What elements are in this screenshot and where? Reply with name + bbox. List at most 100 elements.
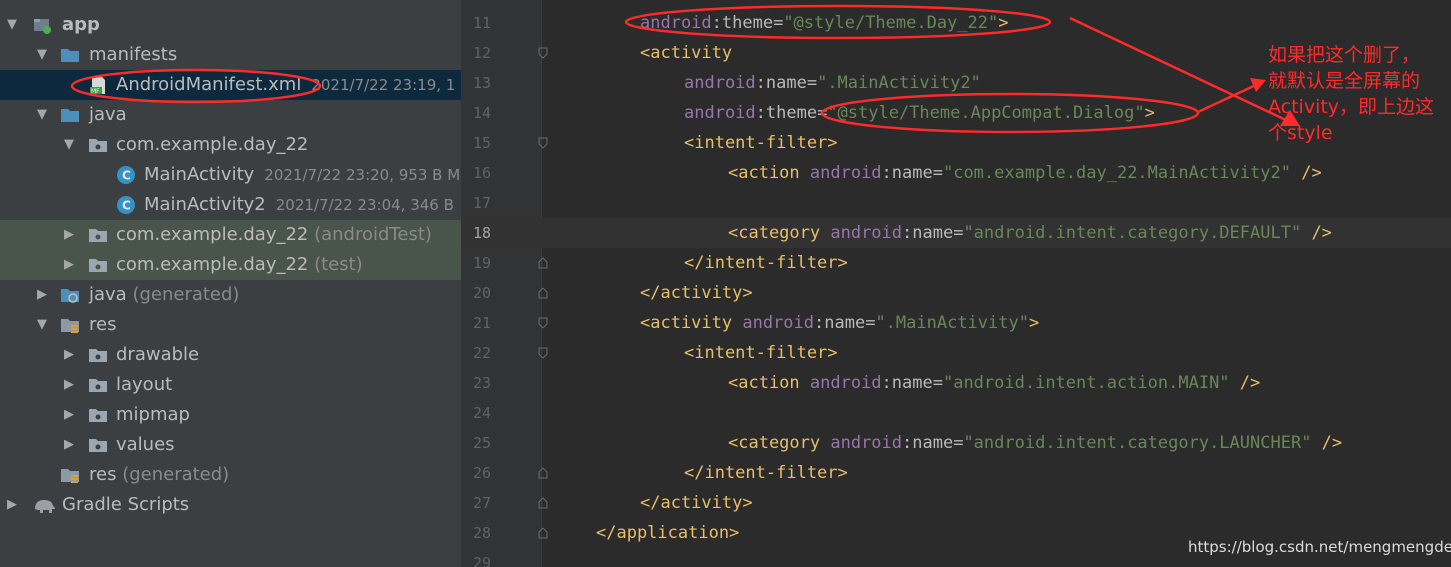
tree-item-package[interactable]: ▼ com.example.day_22 [0, 130, 461, 160]
line-number: 14 [472, 104, 491, 122]
manifest-file-icon: MF [90, 76, 105, 95]
code-token: ".MainActivity" [875, 313, 1029, 333]
code-text[interactable]: <activity [640, 38, 732, 68]
tree-item-label: layout [116, 374, 173, 395]
tree-item-values[interactable]: ▶ values [0, 430, 461, 460]
tree-item-res[interactable]: ▼ res [0, 310, 461, 340]
fold-marker-icon[interactable] [538, 47, 548, 59]
svg-text:C: C [122, 169, 131, 183]
tree-item-label: res [89, 464, 117, 485]
code-token: <intent-filter> [684, 133, 838, 153]
project-tree-panel: ▼ app ▼ manifests MF AndroidManifest.xml… [0, 0, 461, 567]
code-line[interactable]: 25 <category android:name="android.intent… [461, 428, 1451, 458]
code-line[interactable]: 27 </activity> [461, 488, 1451, 518]
code-token: /> [1229, 373, 1261, 393]
code-line[interactable]: 16 <action android:name="com.example.day_… [461, 158, 1451, 188]
code-token: "android.intent.action.MAIN" [942, 373, 1230, 393]
chevron-down-icon[interactable]: ▼ [34, 310, 50, 340]
tree-item-java[interactable]: ▼ java [0, 100, 461, 130]
code-token: :name= [902, 223, 964, 243]
code-line[interactable]: 23 <action android:name="android.intent.a… [461, 368, 1451, 398]
chevron-right-icon[interactable]: ▶ [61, 400, 77, 430]
tree-item-label: values [116, 434, 175, 455]
code-text[interactable]: </activity> [640, 488, 753, 518]
line-number: 16 [472, 164, 491, 182]
line-number: 19 [472, 254, 491, 272]
code-line[interactable]: 20 </activity> [461, 278, 1451, 308]
code-token: </activity> [640, 283, 753, 303]
code-line[interactable]: 11 android:theme="@style/Theme.Day_22"> [461, 8, 1451, 38]
tree-item-label: MainActivity [144, 164, 255, 185]
code-token: "@style/Theme.Day_22" [783, 13, 999, 33]
chevron-down-icon[interactable]: ▼ [4, 10, 20, 40]
package-icon [89, 139, 107, 152]
code-text[interactable]: </activity> [640, 278, 753, 308]
code-line[interactable]: 21 <activity android:name=".MainActivity"… [461, 308, 1451, 338]
fold-marker-icon[interactable] [538, 287, 548, 299]
tree-item-label: com.example.day_22 [116, 134, 309, 155]
chevron-right-icon[interactable]: ▶ [61, 220, 77, 250]
line-number: 17 [472, 194, 491, 212]
tree-item-package-androidtest[interactable]: ▶ com.example.day_22 (androidTest) [0, 220, 461, 250]
code-token: <intent-filter> [684, 343, 838, 363]
tree-item-drawable[interactable]: ▶ drawable [0, 340, 461, 370]
code-line[interactable]: 26 </intent-filter> [461, 458, 1451, 488]
file-meta: 2021/7/22 23:19, 1 [311, 76, 456, 94]
code-line[interactable]: 18 <category android:name="android.intent… [461, 218, 1451, 248]
chevron-right-icon[interactable]: ▶ [34, 280, 50, 310]
code-text[interactable]: <category android:name="android.intent.c… [728, 218, 1332, 248]
tree-item-gradle-scripts[interactable]: ▶ Gradle Scripts [0, 490, 461, 520]
code-token: /> [1301, 223, 1332, 243]
tree-item-mainactivity2[interactable]: C MainActivity2 2021/7/22 23:04, 346 B [0, 190, 461, 220]
code-text[interactable]: <intent-filter> [684, 338, 838, 368]
code-text[interactable]: <activity android:name=".MainActivity"> [640, 308, 1039, 338]
code-text[interactable]: <action android:name="com.example.day_22… [728, 158, 1322, 188]
tree-item-java-generated[interactable]: ▶ java (generated) [0, 280, 461, 310]
chevron-right-icon[interactable]: ▶ [61, 340, 77, 370]
fold-marker-icon[interactable] [538, 137, 548, 149]
code-line[interactable]: 24 [461, 398, 1451, 428]
code-text[interactable]: </application> [596, 518, 739, 548]
code-line[interactable]: 17 [461, 188, 1451, 218]
code-text[interactable]: android:theme="@style/Theme.AppCompat.Di… [684, 98, 1155, 128]
chevron-right-icon[interactable]: ▶ [61, 370, 77, 400]
tree-item-res-generated[interactable]: res (generated) [0, 460, 461, 490]
code-token: :name= [881, 373, 943, 393]
code-text[interactable]: </intent-filter> [684, 248, 848, 278]
annotation-note-line: Activity，即上边这 [1268, 96, 1435, 118]
tree-item-package-test[interactable]: ▶ com.example.day_22 (test) [0, 250, 461, 280]
tree-item-label: res [89, 314, 117, 335]
chevron-right-icon[interactable]: ▶ [61, 250, 77, 280]
tree-item-manifests[interactable]: ▼ manifests [0, 40, 461, 70]
code-token: android [684, 73, 756, 93]
code-text[interactable]: </intent-filter> [684, 458, 848, 488]
chevron-down-icon[interactable]: ▼ [34, 40, 50, 70]
tree-item-app[interactable]: ▼ app [0, 10, 461, 40]
annotation-note: 如果把这个删了， 就默认是全屏幕的 Activity，即上边这 个style [1268, 42, 1448, 146]
code-text[interactable]: <intent-filter> [684, 128, 838, 158]
chevron-down-icon[interactable]: ▼ [61, 130, 77, 160]
tree-item-layout[interactable]: ▶ layout [0, 370, 461, 400]
tree-item-mipmap[interactable]: ▶ mipmap [0, 400, 461, 430]
code-text[interactable]: <category android:name="android.intent.c… [728, 428, 1342, 458]
fold-marker-icon[interactable] [538, 467, 548, 479]
code-text[interactable]: <action android:name="android.intent.act… [728, 368, 1260, 398]
app-module-icon [34, 19, 51, 34]
fold-marker-icon[interactable] [538, 497, 548, 509]
code-token: android [742, 313, 815, 333]
fold-marker-icon[interactable] [538, 257, 548, 269]
fold-marker-icon[interactable] [538, 317, 548, 329]
line-number: 29 [472, 554, 491, 567]
code-text[interactable]: android:name=".MainActivity2" [684, 68, 981, 98]
code-line[interactable]: 22 <intent-filter> [461, 338, 1451, 368]
fold-marker-icon[interactable] [538, 347, 548, 359]
code-token: "@style/Theme.AppCompat.Dialog" [827, 103, 1145, 123]
tree-item-mainactivity[interactable]: C MainActivity 2021/7/22 23:20, 953 B M [0, 160, 461, 190]
fold-marker-icon[interactable] [538, 527, 548, 539]
code-line[interactable]: 19 </intent-filter> [461, 248, 1451, 278]
chevron-right-icon[interactable]: ▶ [4, 490, 20, 520]
chevron-right-icon[interactable]: ▶ [61, 430, 77, 460]
tree-item-androidmanifest[interactable]: MF AndroidManifest.xml 2021/7/22 23:19, 1 [0, 70, 461, 100]
code-text[interactable]: android:theme="@style/Theme.Day_22"> [640, 8, 1009, 38]
chevron-down-icon[interactable]: ▼ [34, 100, 50, 130]
